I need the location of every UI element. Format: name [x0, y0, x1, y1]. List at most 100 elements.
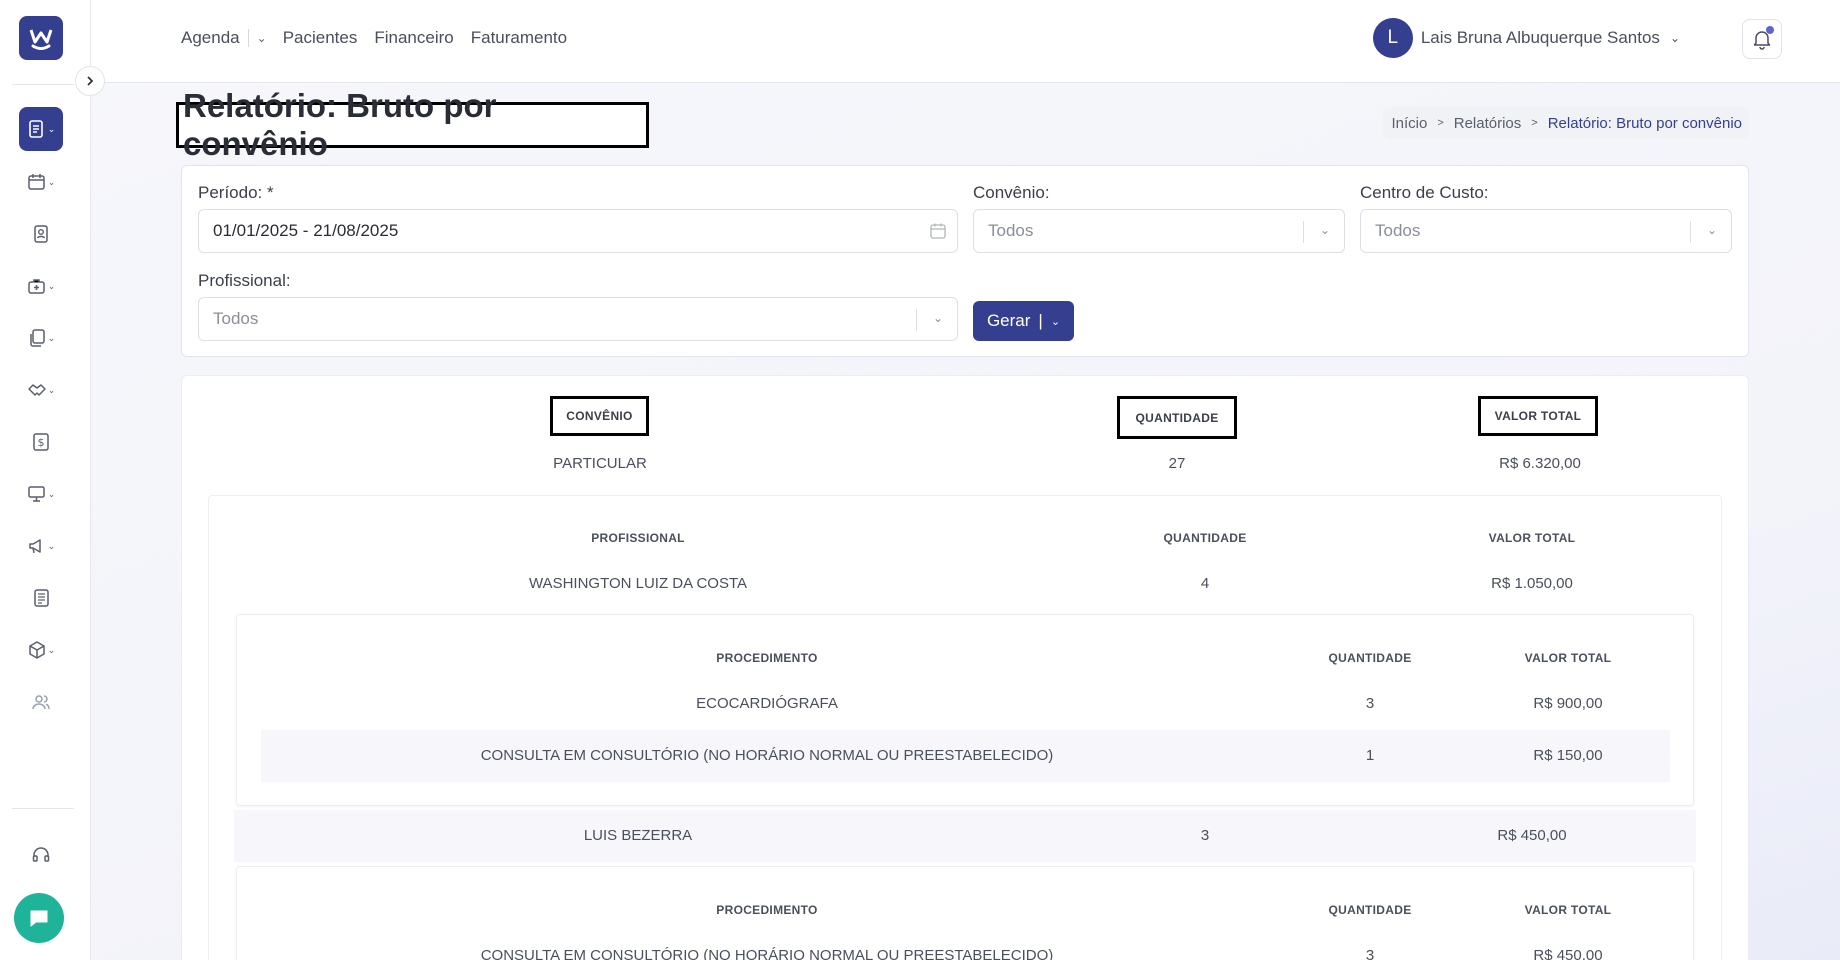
users-icon	[32, 695, 50, 710]
prof-header-valor-total: VALOR TOTAL	[1488, 531, 1576, 545]
proc-qty: 3	[1365, 695, 1375, 712]
button-separator: |	[1038, 311, 1043, 330]
chevron-down-icon: ⌄	[47, 176, 56, 187]
sidebar-item-monitor[interactable]: ⌄	[19, 472, 63, 516]
notification-badge	[1766, 26, 1774, 34]
contact-card-icon	[34, 225, 48, 243]
convenio-total: R$ 6.320,00	[1499, 455, 1581, 472]
select-separator	[1303, 221, 1304, 243]
convenio-qty: 27	[1168, 455, 1186, 472]
svg-text:$: $	[38, 436, 45, 449]
centro-select[interactable]: Todos ⌄	[1360, 209, 1732, 253]
chevron-down-icon[interactable]: ⌄	[257, 31, 267, 45]
logo-icon	[29, 29, 53, 50]
sidebar-divider	[12, 84, 74, 85]
centro-label: Centro de Custo:	[1360, 183, 1489, 202]
prof-name: LUIS BEZERRA	[583, 827, 693, 844]
chevron-down-icon: ⌄	[47, 332, 56, 343]
sidebar-item-finance[interactable]: $	[19, 420, 63, 464]
centro-value: Todos	[1375, 221, 1421, 240]
periodo-value: 01/01/2025 - 21/08/2025	[213, 221, 399, 240]
breadcrumb-reports[interactable]: Relatórios	[1454, 115, 1522, 132]
sidebar-item-inventory[interactable]: ⌄	[19, 628, 63, 672]
user-menu[interactable]: L Lais Bruna Albuquerque Santos ⌄	[1372, 18, 1680, 58]
convenio-select[interactable]: Todos ⌄	[973, 209, 1345, 253]
proc-header-quantidade: QUANTIDADE	[1328, 903, 1412, 917]
page-title: Relatório: Bruto por convênio	[176, 87, 649, 162]
proc-header-procedimento: PROCEDIMENTO	[716, 651, 818, 665]
prof-header-quantidade: QUANTIDADE	[1163, 531, 1247, 545]
app-logo[interactable]	[19, 16, 63, 60]
sidebar: ⌄ ⌄ ⌄ ⌄ ⌄ $ ⌄ ⌄ ⌄	[0, 0, 91, 960]
top-nav: Agenda ⌄ Pacientes Financeiro Faturament…	[181, 28, 584, 48]
periodo-input[interactable]: 01/01/2025 - 21/08/2025	[198, 209, 958, 253]
nav-faturamento[interactable]: Faturamento	[471, 28, 567, 48]
chevron-down-icon: ⌄	[47, 280, 56, 291]
chevron-down-icon: ⌄	[1319, 223, 1330, 237]
chevron-down-icon: ⌄	[1706, 223, 1717, 237]
sidebar-toggle-button[interactable]	[75, 66, 105, 96]
proc-header-valor-total: VALOR TOTAL	[1524, 651, 1612, 665]
sidebar-item-calendar[interactable]: ⌄	[19, 160, 63, 204]
sidebar-item-support[interactable]	[19, 833, 63, 877]
convenio-value: Todos	[988, 221, 1034, 240]
chat-button[interactable]	[14, 893, 64, 943]
sidebar-item-news[interactable]	[19, 576, 63, 620]
convenio-label: Convênio:	[973, 183, 1050, 202]
sidebar-item-clinic[interactable]: ⌄	[19, 264, 63, 308]
documents-icon	[29, 329, 45, 347]
sidebar-item-documents[interactable]: ⌄	[19, 316, 63, 360]
top-bar: Agenda ⌄ Pacientes Financeiro Faturament…	[91, 0, 1840, 83]
headset-icon	[32, 847, 50, 862]
sidebar-item-reports[interactable]: ⌄	[19, 107, 63, 151]
profissional-label: Profissional:	[198, 271, 291, 290]
breadcrumb-home[interactable]: Início	[1391, 115, 1427, 132]
sidebar-item-patients[interactable]	[19, 212, 63, 256]
handshake-icon	[27, 384, 46, 396]
chevron-down-icon[interactable]: ⌄	[1051, 315, 1060, 328]
proc-header-valor-total: VALOR TOTAL	[1524, 903, 1612, 917]
header-quantidade: QUANTIDADE	[1117, 396, 1237, 439]
nav-financeiro[interactable]: Financeiro	[374, 28, 453, 48]
generate-button[interactable]: Gerar | ⌄	[973, 301, 1074, 341]
proc-total: R$ 450,00	[1533, 947, 1603, 960]
monitor-icon	[27, 486, 45, 502]
proc-total: R$ 150,00	[1533, 747, 1603, 764]
dollar-icon: $	[33, 433, 49, 451]
sidebar-divider	[12, 808, 74, 809]
proc-name: CONSULTA EM CONSULTÓRIO (NO HORÁRIO NORM…	[480, 947, 1054, 960]
nav-pacientes[interactable]: Pacientes	[283, 28, 358, 48]
chevron-down-icon: ⌄	[47, 123, 56, 134]
periodo-label: Período: *	[198, 183, 274, 202]
chevron-right-icon	[87, 76, 94, 86]
chat-bubble-icon	[30, 910, 48, 927]
profissional-select[interactable]: Todos ⌄	[198, 297, 958, 341]
chevron-down-icon: ⌄	[47, 384, 56, 395]
convenio-name: PARTICULAR	[553, 455, 647, 472]
prof-total: R$ 450,00	[1497, 827, 1567, 844]
sidebar-item-marketing[interactable]: ⌄	[19, 524, 63, 568]
proc-qty: 3	[1365, 947, 1375, 960]
header-convenio: CONVÊNIO	[550, 396, 649, 436]
sidebar-item-users[interactable]	[19, 680, 63, 724]
calendar-icon	[27, 174, 45, 190]
newspaper-icon	[34, 589, 49, 607]
chevron-down-icon: ⌄	[47, 644, 56, 655]
chevron-down-icon: ⌄	[1669, 31, 1680, 45]
sidebar-item-handshake[interactable]: ⌄	[19, 368, 63, 412]
select-separator	[1690, 221, 1691, 243]
profissional-value: Todos	[213, 309, 259, 328]
prof-name: WASHINGTON LUIZ DA COSTA	[528, 575, 748, 592]
generate-label: Gerar	[986, 311, 1031, 330]
notifications-button[interactable]	[1742, 19, 1782, 59]
prof-total: R$ 1.050,00	[1491, 575, 1573, 592]
avatar[interactable]: L	[1372, 18, 1413, 58]
breadcrumb-current: Relatório: Bruto por convênio	[1547, 114, 1742, 132]
proc-header-quantidade: QUANTIDADE	[1328, 651, 1412, 665]
prof-qty: 3	[1200, 827, 1210, 844]
nav-separator	[247, 29, 249, 47]
megaphone-icon	[28, 539, 41, 554]
user-name[interactable]: Lais Bruna Albuquerque Santos	[1421, 28, 1660, 48]
nav-agenda[interactable]: Agenda	[181, 28, 240, 48]
chevron-right-icon: >	[1531, 117, 1538, 129]
